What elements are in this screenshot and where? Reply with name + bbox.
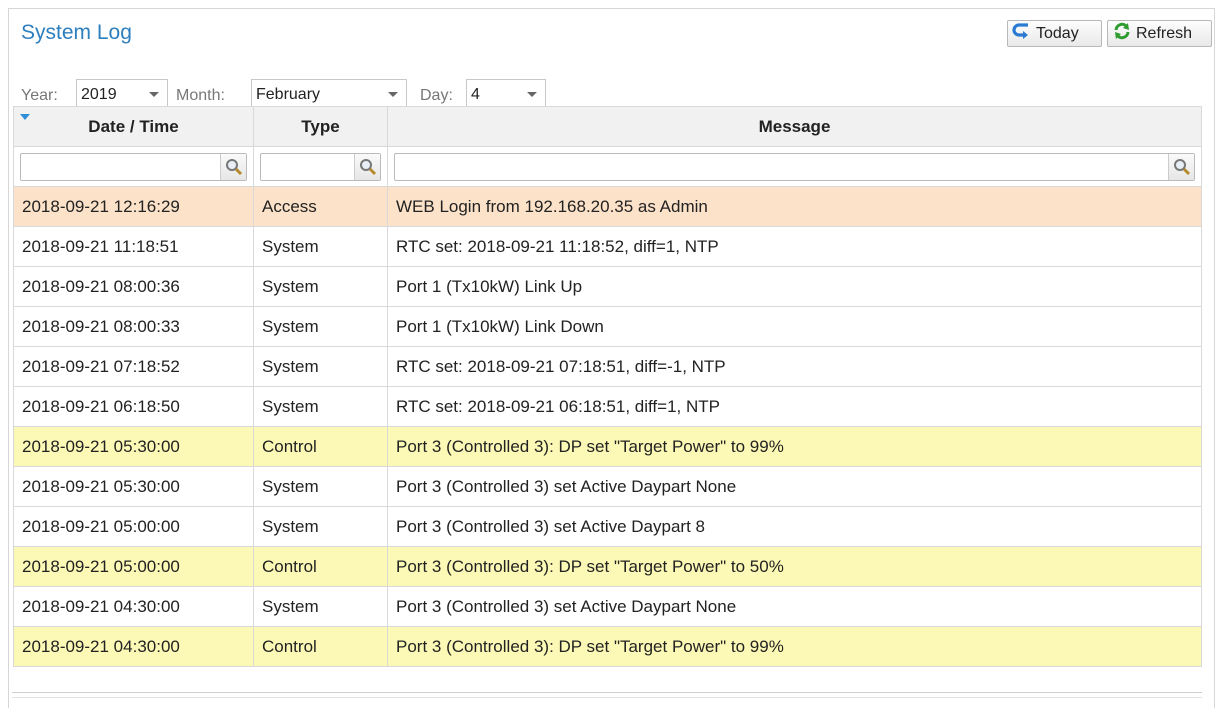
- filter-row: [13, 146, 1202, 187]
- cell-message: Port 3 (Controlled 3) set Active Daypart…: [387, 586, 1202, 627]
- table-row[interactable]: 2018-09-21 04:30:00 Control Port 3 (Contro…: [13, 626, 1202, 667]
- day-select[interactable]: 4: [466, 79, 546, 108]
- page-title: System Log: [21, 21, 132, 44]
- filter-cell-datetime: [13, 146, 254, 187]
- year-value: 2019: [81, 86, 117, 103]
- cell-message: Port 3 (Controlled 3) set Active Daypart…: [387, 466, 1202, 507]
- cell-message: RTC set: 2018-09-21 07:18:51, diff=-1, N…: [387, 346, 1202, 387]
- datetime-filter-input[interactable]: [22, 154, 207, 179]
- table-row[interactable]: 2018-09-21 05:30:00 Control Port 3 (Contro…: [13, 426, 1202, 467]
- day-label: Day:: [420, 87, 453, 104]
- search-icon[interactable]: [220, 153, 246, 180]
- filter-cell-type: [253, 146, 388, 187]
- cell-type: System: [253, 586, 388, 627]
- cell-message: Port 3 (Controlled 3): DP set "Target Po…: [387, 546, 1202, 587]
- search-icon[interactable]: [1168, 153, 1194, 180]
- filter-cell-message: [387, 146, 1202, 187]
- column-header-datetime-label: Date / Time: [88, 116, 179, 136]
- table-row[interactable]: 2018-09-21 07:18:52 System RTC set: 2018-0…: [13, 346, 1202, 387]
- cell-type: System: [253, 386, 388, 427]
- datetime-filter-field: [20, 152, 247, 181]
- cell-datetime: 2018-09-21 07:18:52: [13, 346, 254, 387]
- sort-desc-icon: [20, 114, 30, 120]
- cell-datetime: 2018-09-21 08:00:33: [13, 306, 254, 347]
- column-header-message[interactable]: Message: [387, 106, 1202, 147]
- panel-header: System Log Today Refresh: [9, 8, 1214, 64]
- cell-type: System: [253, 506, 388, 547]
- column-header-type[interactable]: Type: [253, 106, 388, 147]
- refresh-label: Refresh: [1136, 24, 1193, 42]
- table-row[interactable]: 2018-09-21 05:00:00 System Port 3 (Control…: [13, 506, 1202, 547]
- year-label: Year:: [21, 87, 58, 104]
- today-button[interactable]: Today: [1007, 20, 1102, 47]
- cell-datetime: 2018-09-21 05:00:00: [13, 506, 254, 547]
- cell-message: Port 1 (Tx10kW) Link Down: [387, 306, 1202, 347]
- cell-message: Port 3 (Controlled 3): DP set "Target Po…: [387, 626, 1202, 667]
- column-header-datetime[interactable]: Date / Time: [13, 106, 254, 147]
- cell-type: System: [253, 466, 388, 507]
- chevron-down-icon: [527, 92, 537, 97]
- undo-arrow-icon: [1012, 22, 1036, 45]
- column-header-message-label: Message: [758, 116, 831, 136]
- cell-datetime: 2018-09-21 05:30:00: [13, 426, 254, 467]
- table-row[interactable]: 2018-09-21 05:30:00 System Port 3 (Control…: [13, 466, 1202, 507]
- table-bottom-divider: [12, 692, 1202, 693]
- message-filter-field: [394, 152, 1195, 181]
- cell-type: System: [253, 346, 388, 387]
- cell-message: RTC set: 2018-09-21 11:18:52, diff=1, NT…: [387, 226, 1202, 267]
- horizontal-scrollbar[interactable]: [12, 697, 1202, 698]
- month-select[interactable]: February: [251, 79, 407, 108]
- column-header-type-label: Type: [301, 116, 340, 136]
- cell-datetime: 2018-09-21 05:30:00: [13, 466, 254, 507]
- cell-message: Port 1 (Tx10kW) Link Up: [387, 266, 1202, 307]
- month-label: Month:: [176, 87, 225, 104]
- cell-type: Control: [253, 546, 388, 587]
- search-icon[interactable]: [354, 153, 380, 180]
- cell-datetime: 2018-09-21 05:00:00: [13, 546, 254, 587]
- chevron-down-icon: [149, 92, 159, 97]
- cell-datetime: 2018-09-21 04:30:00: [13, 626, 254, 667]
- log-table: Date / Time Type Message 2018-09-21 12:1…: [13, 106, 1202, 667]
- cell-message: WEB Login from 192.168.20.35 as Admin: [387, 186, 1202, 227]
- table-row[interactable]: 2018-09-21 08:00:36 System Port 1 (Tx10kW)…: [13, 266, 1202, 307]
- table-row[interactable]: 2018-09-21 04:30:00 System Port 3 (Control…: [13, 586, 1202, 627]
- cell-message: Port 3 (Controlled 3) set Active Daypart…: [387, 506, 1202, 547]
- cell-message: RTC set: 2018-09-21 06:18:51, diff=1, NT…: [387, 386, 1202, 427]
- cell-type: Access: [253, 186, 388, 227]
- month-value: February: [256, 86, 321, 103]
- cell-datetime: 2018-09-21 12:16:29: [13, 186, 254, 227]
- cell-message: Port 3 (Controlled 3): DP set "Target Po…: [387, 426, 1202, 467]
- cell-type: System: [253, 226, 388, 267]
- type-filter-field: [260, 152, 381, 181]
- table-row[interactable]: 2018-09-21 11:18:51 System RTC set: 2018-0…: [13, 226, 1202, 267]
- cell-datetime: 2018-09-21 06:18:50: [13, 386, 254, 427]
- cell-type: Control: [253, 426, 388, 467]
- table-row[interactable]: 2018-09-21 12:16:29 Access WEB Login from …: [13, 186, 1202, 227]
- day-value: 4: [471, 86, 480, 103]
- type-filter-input[interactable]: [262, 154, 352, 179]
- cell-type: Control: [253, 626, 388, 667]
- cell-datetime: 2018-09-21 04:30:00: [13, 586, 254, 627]
- table-row[interactable]: 2018-09-21 06:18:50 System RTC set: 2018-0…: [13, 386, 1202, 427]
- cell-type: System: [253, 306, 388, 347]
- today-label: Today: [1036, 24, 1079, 42]
- cell-datetime: 2018-09-21 11:18:51: [13, 226, 254, 267]
- table-row[interactable]: 2018-09-21 08:00:33 System Port 1 (Tx10kW)…: [13, 306, 1202, 347]
- table-row[interactable]: 2018-09-21 05:00:00 Control Port 3 (Contro…: [13, 546, 1202, 587]
- cell-datetime: 2018-09-21 08:00:36: [13, 266, 254, 307]
- chevron-down-icon: [388, 92, 398, 97]
- refresh-icon: [1112, 22, 1136, 45]
- cell-type: System: [253, 266, 388, 307]
- refresh-button[interactable]: Refresh: [1107, 20, 1212, 47]
- message-filter-input[interactable]: [396, 154, 1166, 179]
- year-select[interactable]: 2019: [76, 79, 168, 108]
